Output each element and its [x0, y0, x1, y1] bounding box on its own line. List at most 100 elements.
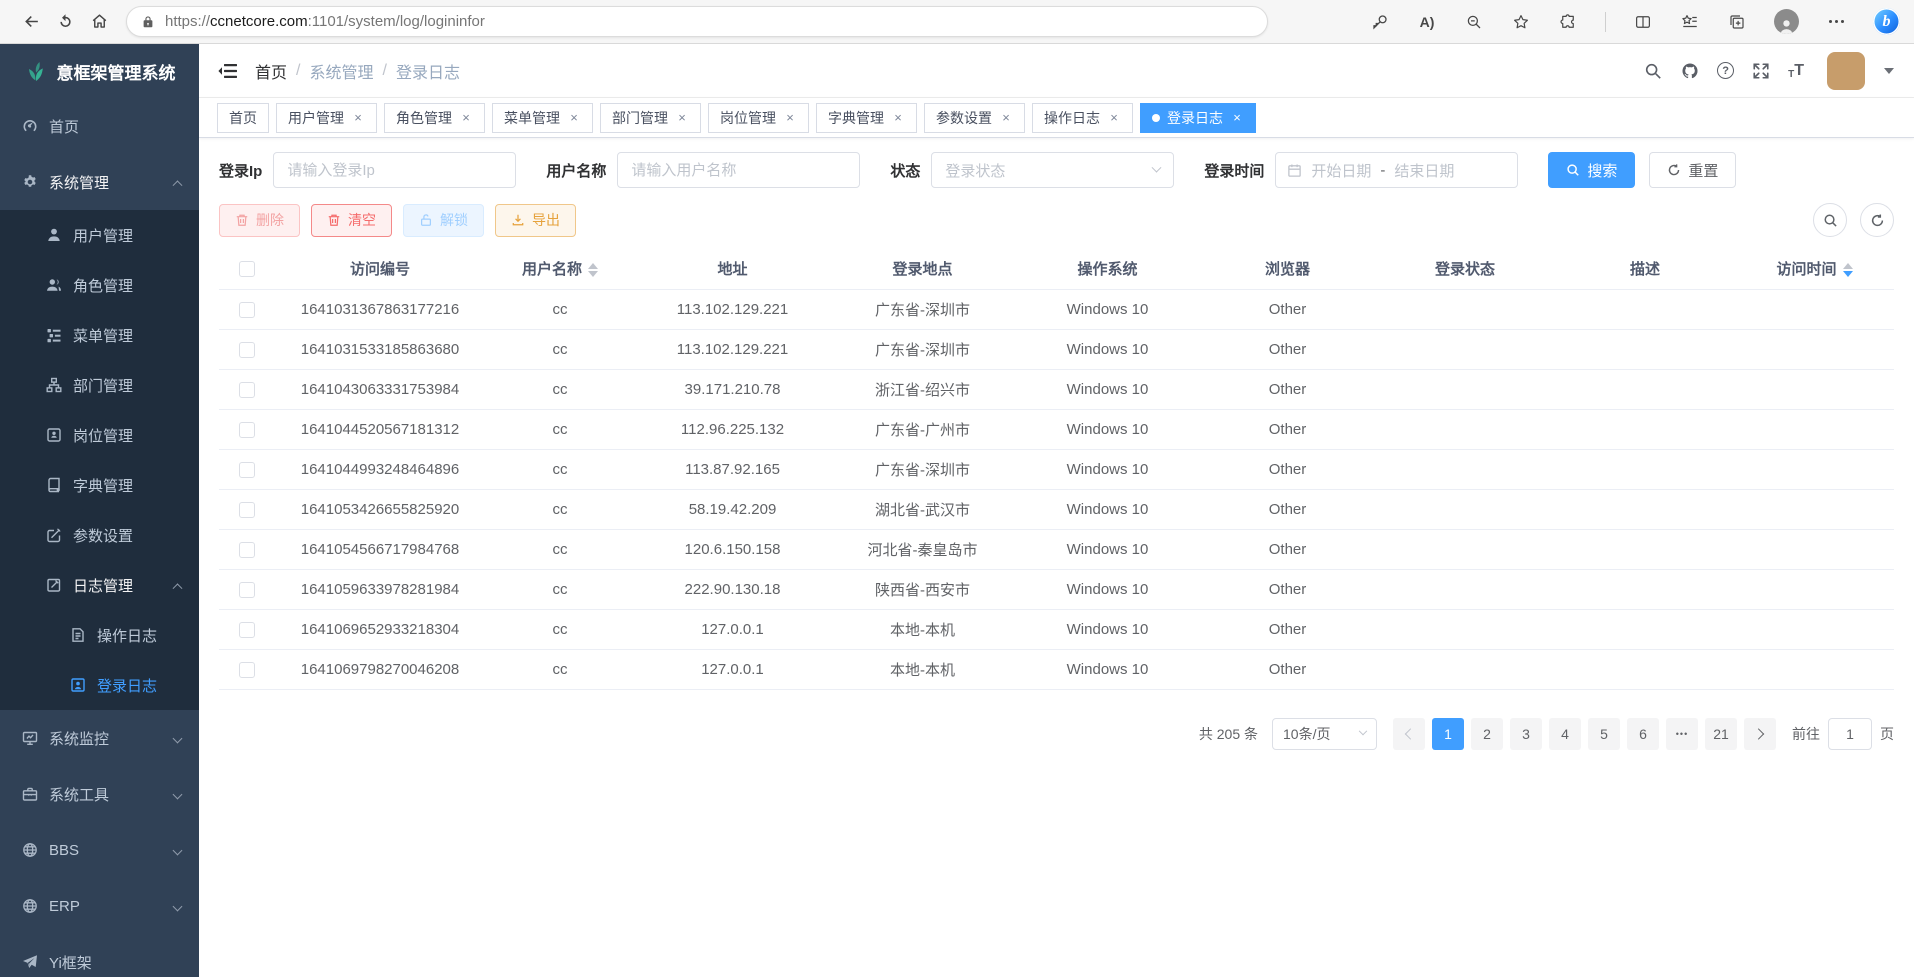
tab-home[interactable]: 首页: [217, 103, 269, 133]
page-button[interactable]: 1: [1432, 718, 1464, 750]
login-ip-input[interactable]: [273, 152, 516, 188]
col-user-name[interactable]: 用户名称: [485, 249, 635, 289]
password-key-icon[interactable]: [1370, 12, 1390, 32]
sidebar-fold-icon[interactable]: [217, 60, 239, 82]
page-size-select[interactable]: 10条/页: [1272, 718, 1377, 750]
row-checkbox[interactable]: [239, 662, 255, 678]
tab-close-icon[interactable]: [891, 111, 905, 125]
tab-param-settings[interactable]: 参数设置: [924, 103, 1025, 133]
row-checkbox[interactable]: [239, 462, 255, 478]
split-screen-icon[interactable]: [1633, 12, 1653, 32]
page-button[interactable]: 4: [1549, 718, 1581, 750]
collections-icon[interactable]: [1727, 12, 1747, 32]
prev-page-button[interactable]: [1393, 718, 1425, 750]
unlock-button[interactable]: 解锁: [403, 204, 484, 237]
sidebar-item-param-settings[interactable]: 参数设置: [0, 510, 199, 560]
breadcrumb-home[interactable]: 首页: [255, 59, 287, 83]
help-icon[interactable]: [1717, 62, 1734, 79]
user-avatar[interactable]: [1827, 52, 1865, 90]
extensions-icon[interactable]: [1558, 12, 1578, 32]
sort-icon[interactable]: [588, 263, 598, 277]
browser-refresh-icon[interactable]: [48, 5, 82, 39]
goto-page-input[interactable]: [1828, 718, 1872, 750]
select-all-checkbox[interactable]: [239, 261, 255, 277]
sidebar-item-menu-mgmt[interactable]: 菜单管理: [0, 310, 199, 360]
browser-back-icon[interactable]: [14, 5, 48, 39]
tab-operation-log[interactable]: 操作日志: [1032, 103, 1133, 133]
table-row[interactable]: 1641069798270046208cc127.0.0.1本地-本机Windo…: [219, 649, 1894, 689]
zoom-out-icon[interactable]: [1464, 12, 1484, 32]
page-button[interactable]: 21: [1705, 718, 1737, 750]
row-checkbox[interactable]: [239, 342, 255, 358]
url-bar[interactable]: https://ccnetcore.com:1101/system/log/lo…: [126, 6, 1268, 37]
row-checkbox[interactable]: [239, 382, 255, 398]
sidebar-item-bbs[interactable]: BBS: [0, 822, 199, 878]
table-row[interactable]: 1641054566717984768cc120.6.150.158河北省-秦皇…: [219, 529, 1894, 569]
sidebar-item-yi-framework[interactable]: Yi框架: [0, 934, 199, 977]
table-row[interactable]: 1641069652933218304cc127.0.0.1本地-本机Windo…: [219, 609, 1894, 649]
row-checkbox[interactable]: [239, 422, 255, 438]
tab-close-icon[interactable]: [1230, 111, 1244, 125]
sidebar-item-erp[interactable]: ERP: [0, 878, 199, 934]
tab-role-mgmt[interactable]: 角色管理: [384, 103, 485, 133]
sidebar-item-dept-mgmt[interactable]: 部门管理: [0, 360, 199, 410]
sidebar-item-user-mgmt[interactable]: 用户管理: [0, 210, 199, 260]
sidebar-item-dict-mgmt[interactable]: 字典管理: [0, 460, 199, 510]
tab-close-icon[interactable]: [459, 111, 473, 125]
clear-button[interactable]: 清空: [311, 204, 392, 237]
favorites-star-icon[interactable]: [1511, 12, 1531, 32]
sidebar-item-log-mgmt[interactable]: 日志管理: [0, 560, 199, 610]
breadcrumb-item[interactable]: 系统管理: [309, 59, 373, 83]
table-row[interactable]: 1641043063331753984cc39.171.210.78浙江省-绍兴…: [219, 369, 1894, 409]
font-size-icon[interactable]: [1788, 62, 1804, 80]
page-button[interactable]: 2: [1471, 718, 1503, 750]
browser-home-icon[interactable]: [82, 5, 116, 39]
tab-close-icon[interactable]: [999, 111, 1013, 125]
search-button[interactable]: 搜索: [1548, 152, 1635, 188]
row-checkbox[interactable]: [239, 542, 255, 558]
delete-button[interactable]: 删除: [219, 204, 300, 237]
tab-close-icon[interactable]: [1107, 111, 1121, 125]
sort-icon[interactable]: [1843, 263, 1853, 277]
favorites-bar-icon[interactable]: [1680, 12, 1700, 32]
tab-user-mgmt[interactable]: 用户管理: [276, 103, 377, 133]
sidebar-item-system-tools[interactable]: 系统工具: [0, 766, 199, 822]
fullscreen-icon[interactable]: [1751, 61, 1771, 81]
tab-menu-mgmt[interactable]: 菜单管理: [492, 103, 593, 133]
table-row[interactable]: 1641031533185863680cc113.102.129.221广东省-…: [219, 329, 1894, 369]
toggle-search-button[interactable]: [1813, 203, 1847, 237]
date-range-picker[interactable]: 开始日期 - 结束日期: [1275, 152, 1518, 188]
col-visit-time[interactable]: 访问时间: [1735, 249, 1894, 289]
table-row[interactable]: 1641031367863177216cc113.102.129.221广东省-…: [219, 289, 1894, 329]
sidebar-item-role-mgmt[interactable]: 角色管理: [0, 260, 199, 310]
refresh-table-button[interactable]: [1860, 203, 1894, 237]
next-page-button[interactable]: [1744, 718, 1776, 750]
sidebar-item-post-mgmt[interactable]: 岗位管理: [0, 410, 199, 460]
sidebar-item-system-mgmt[interactable]: 系统管理: [0, 154, 199, 210]
table-row[interactable]: 1641044993248464896cc113.87.92.165广东省-深圳…: [219, 449, 1894, 489]
tab-close-icon[interactable]: [675, 111, 689, 125]
tab-dept-mgmt[interactable]: 部门管理: [600, 103, 701, 133]
read-aloud-icon[interactable]: [1417, 12, 1437, 32]
page-button[interactable]: 3: [1510, 718, 1542, 750]
page-button[interactable]: 5: [1588, 718, 1620, 750]
sidebar-item-login-log[interactable]: 登录日志: [0, 660, 199, 710]
reset-button[interactable]: 重置: [1649, 152, 1736, 188]
browser-profile-avatar[interactable]: [1774, 9, 1799, 34]
avatar-caret-icon[interactable]: [1884, 68, 1894, 74]
browser-more-icon[interactable]: [1826, 12, 1846, 32]
export-button[interactable]: 导出: [495, 204, 576, 237]
table-row[interactable]: 1641053426655825920cc58.19.42.209湖北省-武汉市…: [219, 489, 1894, 529]
tab-dict-mgmt[interactable]: 字典管理: [816, 103, 917, 133]
tab-post-mgmt[interactable]: 岗位管理: [708, 103, 809, 133]
row-checkbox[interactable]: [239, 502, 255, 518]
sidebar-item-home[interactable]: 首页: [0, 98, 199, 154]
github-icon[interactable]: [1680, 61, 1700, 81]
page-button[interactable]: 6: [1627, 718, 1659, 750]
row-checkbox[interactable]: [239, 622, 255, 638]
tab-close-icon[interactable]: [783, 111, 797, 125]
header-search-icon[interactable]: [1643, 61, 1663, 81]
row-checkbox[interactable]: [239, 582, 255, 598]
copilot-icon[interactable]: b: [1873, 8, 1900, 35]
user-name-input[interactable]: [617, 152, 860, 188]
